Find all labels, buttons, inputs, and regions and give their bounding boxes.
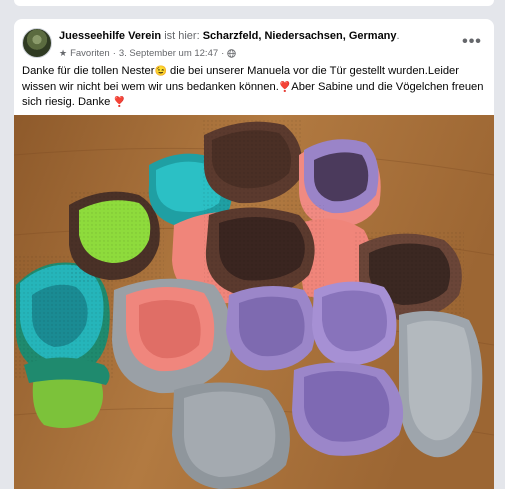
- meta-separator-2: ·: [221, 48, 224, 59]
- avatar[interactable]: [22, 28, 52, 58]
- crochet-nest-grey-salmon: [112, 279, 232, 394]
- crochet-nest-lime: [69, 190, 164, 282]
- more-options-button[interactable]: •••: [460, 32, 484, 52]
- location-prefix: ist hier:: [164, 30, 199, 42]
- timestamp-link[interactable]: 3. September um 12:47: [119, 48, 218, 59]
- crochet-nest-lavender-bottom: [292, 363, 403, 456]
- crochet-nest-lavender-right: [312, 282, 396, 366]
- post-header: Juesseehilfe Verein ist hier: Scharzfeld…: [22, 28, 486, 62]
- post-author-line: Juesseehilfe Verein ist hier: Scharzfeld…: [59, 30, 400, 42]
- star-icon: ★: [59, 48, 67, 59]
- post-meta: ★ Favoriten · 3. September um 12:47 ·: [59, 48, 236, 59]
- globe-icon: [227, 49, 236, 58]
- post-text-part1: Danke für die tollen Nester: [22, 65, 154, 77]
- post-message: Danke für die tollen Nester😉 die bei uns…: [22, 64, 484, 111]
- crochet-nest-brown-top: [202, 120, 302, 208]
- audience-label: Favoriten: [70, 48, 110, 59]
- location-link[interactable]: Scharzfeld, Niedersachsen, Germany: [203, 30, 397, 42]
- heart-exclamation-icon: ❣️: [279, 82, 291, 93]
- feed-post: Juesseehilfe Verein ist hier: Scharzfeld…: [14, 19, 494, 489]
- post-photo[interactable]: [14, 115, 494, 489]
- crochet-nest-brown-center: [204, 205, 324, 300]
- previous-post-card: [14, 0, 494, 6]
- crochet-nest-grey-right: [399, 311, 482, 457]
- location-suffix: .: [397, 30, 400, 42]
- crochet-nest-grey-bottom: [172, 383, 290, 489]
- heart-exclamation-icon-2: ❣️: [113, 97, 125, 108]
- wink-emoji-icon: 😉: [154, 66, 166, 77]
- author-name-link[interactable]: Juesseehilfe Verein: [59, 30, 161, 42]
- meta-separator: ·: [113, 48, 116, 59]
- crochet-nest-lavender-center: [226, 286, 316, 370]
